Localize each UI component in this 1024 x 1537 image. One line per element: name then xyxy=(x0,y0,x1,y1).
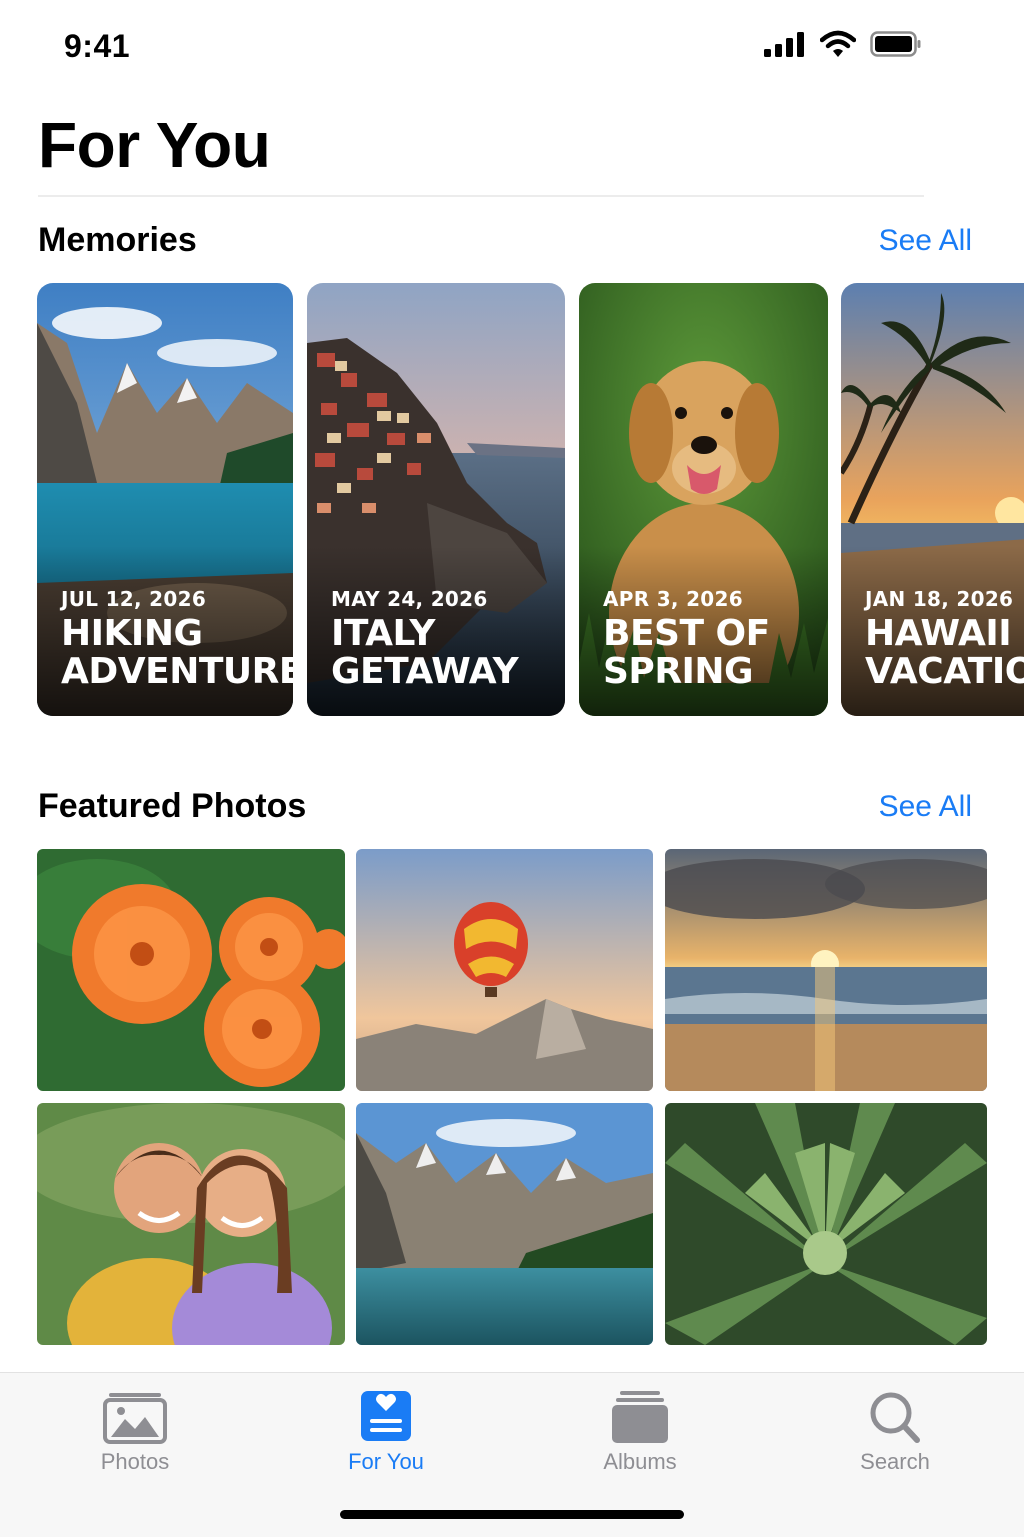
featured-photo-sunset[interactable] xyxy=(665,849,987,1091)
memory-card-spring[interactable]: APR 3, 2026 BEST OF SPRING xyxy=(579,283,828,716)
home-indicator[interactable] xyxy=(340,1510,684,1519)
status-bar: 9:41 xyxy=(0,0,1024,90)
tab-label: Photos xyxy=(100,1449,170,1474)
balloon-image xyxy=(356,849,653,1091)
tab-search[interactable]: Search xyxy=(795,1373,995,1493)
featured-photo-mountain-lake[interactable] xyxy=(356,1103,653,1345)
tab-albums[interactable]: Albums xyxy=(540,1373,740,1493)
memory-date: APR 3, 2026 xyxy=(603,587,743,611)
albums-icon xyxy=(612,1391,668,1443)
memories-heading: Memories xyxy=(38,221,197,259)
status-time: 9:41 xyxy=(64,28,131,64)
mountain-lake-image xyxy=(356,1103,653,1345)
tab-photos[interactable]: Photos xyxy=(35,1373,235,1493)
memory-card-hawaii[interactable]: JAN 18, 2026 HAWAII VACATION xyxy=(841,283,1024,716)
memory-date: JAN 18, 2026 xyxy=(865,587,1014,611)
sunset-image xyxy=(665,849,987,1091)
tab-label: Albums xyxy=(603,1449,677,1474)
wifi-icon xyxy=(820,30,856,57)
memory-title: BEST OF SPRING xyxy=(603,613,770,692)
memory-date: JUL 12, 2026 xyxy=(61,587,207,611)
featured-heading: Featured Photos xyxy=(38,787,307,825)
succulent-image xyxy=(665,1103,987,1345)
tab-for-you[interactable]: For You xyxy=(286,1373,486,1493)
tab-label: Search xyxy=(860,1449,930,1474)
cellular-signal-icon xyxy=(764,32,804,57)
memory-date: MAY 24, 2026 xyxy=(331,587,488,611)
featured-photo-children[interactable] xyxy=(37,1103,345,1345)
featured-photo-dahlias[interactable] xyxy=(37,849,345,1091)
featured-see-all-link[interactable]: See All xyxy=(879,790,972,824)
memory-title: HIKING ADVENTURES xyxy=(61,613,293,692)
memory-title: ITALY GETAWAY xyxy=(331,613,519,692)
featured-photo-balloon[interactable] xyxy=(356,849,653,1091)
memories-see-all-link[interactable]: See All xyxy=(879,224,972,258)
featured-photo-succulent[interactable] xyxy=(665,1103,987,1345)
status-icons xyxy=(764,30,922,58)
title-divider xyxy=(38,195,924,197)
search-icon xyxy=(870,1392,920,1443)
tab-label: For You xyxy=(348,1449,424,1474)
battery-icon xyxy=(870,31,921,57)
memory-card-italy[interactable]: MAY 24, 2026 ITALY GETAWAY xyxy=(307,283,565,716)
memories-carousel[interactable]: JUL 12, 2026 HIKING ADVENTURES MAY 24, 2… xyxy=(37,283,1024,717)
photos-icon xyxy=(103,1393,167,1444)
page-title: For You xyxy=(38,109,271,181)
memory-card-hiking[interactable]: JUL 12, 2026 HIKING ADVENTURES xyxy=(37,283,293,716)
for-you-icon xyxy=(361,1391,411,1441)
dahlias-image xyxy=(37,849,345,1091)
children-image xyxy=(37,1103,345,1345)
memory-title: HAWAII VACATION xyxy=(865,613,1024,692)
